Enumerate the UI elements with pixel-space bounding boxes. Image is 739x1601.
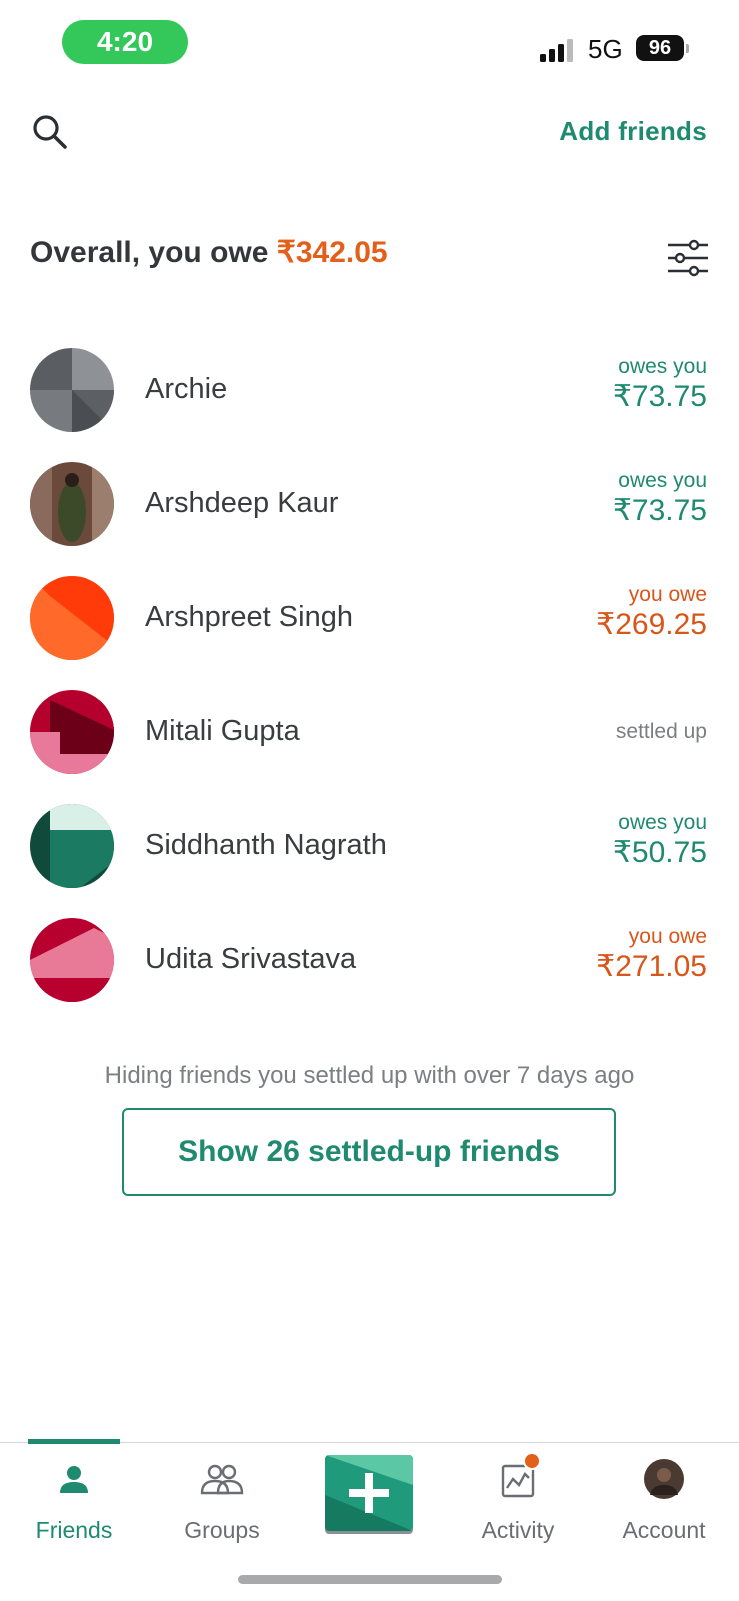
- add-friends-button[interactable]: Add friends: [559, 116, 707, 147]
- balance-amount: ₹269.25: [596, 608, 707, 641]
- group-icon: [200, 1464, 244, 1495]
- friend-row[interactable]: Archie owes you ₹73.75: [0, 335, 739, 449]
- balance-amount: ₹50.75: [612, 836, 707, 869]
- status-bar: 4:20 5G 96: [0, 0, 739, 90]
- tab-label: Activity: [481, 1517, 555, 1543]
- sliders-icon[interactable]: [666, 238, 710, 278]
- avatar: [30, 804, 114, 888]
- friend-balance: you owe ₹271.05: [596, 925, 707, 985]
- balance-status: settled up: [615, 720, 707, 743]
- account-avatar: [644, 1459, 684, 1499]
- balance-amount: ₹73.75: [612, 380, 707, 413]
- balance-amount: ₹271.05: [596, 950, 707, 983]
- battery-icon: 96: [636, 35, 684, 61]
- balance-status: owes you: [618, 811, 707, 834]
- friend-balance: you owe ₹269.25: [596, 583, 707, 643]
- avatar: [30, 690, 114, 774]
- balance-status: you owe: [628, 925, 707, 948]
- friend-row[interactable]: Siddhanth Nagrath owes you ₹50.75: [0, 791, 739, 905]
- balance-status: owes you: [618, 469, 707, 492]
- balance-amount: ₹73.75: [612, 494, 707, 527]
- avatar: [30, 462, 114, 546]
- summary-prefix: Overall, you owe: [30, 236, 277, 269]
- balance-status: you owe: [628, 583, 707, 606]
- friend-name: Arshpreet Singh: [145, 601, 353, 633]
- tab-label: Groups: [184, 1517, 260, 1543]
- friend-row[interactable]: Arshpreet Singh you owe ₹269.25: [0, 563, 739, 677]
- avatar: [30, 348, 114, 432]
- friend-name: Archie: [145, 373, 228, 405]
- avatar: [30, 576, 114, 660]
- activity-notification-badge: [523, 1452, 541, 1470]
- friend-balance: settled up: [616, 720, 707, 744]
- friend-name: Arshdeep Kaur: [145, 487, 339, 519]
- status-time: 4:20: [62, 20, 188, 64]
- balance-summary: Overall, you owe ₹342.05: [30, 235, 388, 270]
- person-icon: [60, 1466, 88, 1493]
- balance-status: owes you: [618, 355, 707, 378]
- tab-friends[interactable]: Friends: [14, 1457, 134, 1557]
- friend-name: Siddhanth Nagrath: [145, 829, 387, 861]
- friend-name: Udita Srivastava: [145, 943, 357, 975]
- friend-balance: owes you ₹50.75: [613, 811, 707, 871]
- battery-tip: [686, 44, 689, 53]
- tab-groups[interactable]: Groups: [162, 1457, 282, 1557]
- show-settled-friends-button[interactable]: Show 26 settled-up friends: [122, 1108, 616, 1196]
- home-indicator: [238, 1575, 502, 1584]
- avatar: [30, 918, 114, 1002]
- tab-activity[interactable]: Activity: [458, 1457, 578, 1557]
- hiding-note: Hiding friends you settled up with over …: [104, 1062, 635, 1089]
- search-icon[interactable]: [30, 112, 70, 152]
- friend-name: Mitali Gupta: [145, 715, 300, 747]
- friend-balance: owes you ₹73.75: [613, 469, 707, 529]
- friend-row[interactable]: Udita Srivastava you owe ₹271.05: [0, 905, 739, 1019]
- signal-icon: [540, 36, 576, 62]
- friend-row[interactable]: Mitali Gupta settled up: [0, 677, 739, 791]
- network-label: 5G: [588, 34, 623, 64]
- summary-amount: ₹342.05: [276, 236, 388, 269]
- tab-account[interactable]: Account: [604, 1457, 724, 1557]
- friend-row[interactable]: Arshdeep Kaur owes you ₹73.75: [0, 449, 739, 563]
- tab-label: Account: [622, 1517, 706, 1543]
- tab-label: Friends: [35, 1517, 113, 1543]
- active-tab-indicator: [28, 1439, 120, 1444]
- add-expense-button[interactable]: [325, 1455, 413, 1531]
- plus-icon: [325, 1455, 413, 1531]
- friend-balance: owes you ₹73.75: [613, 355, 707, 415]
